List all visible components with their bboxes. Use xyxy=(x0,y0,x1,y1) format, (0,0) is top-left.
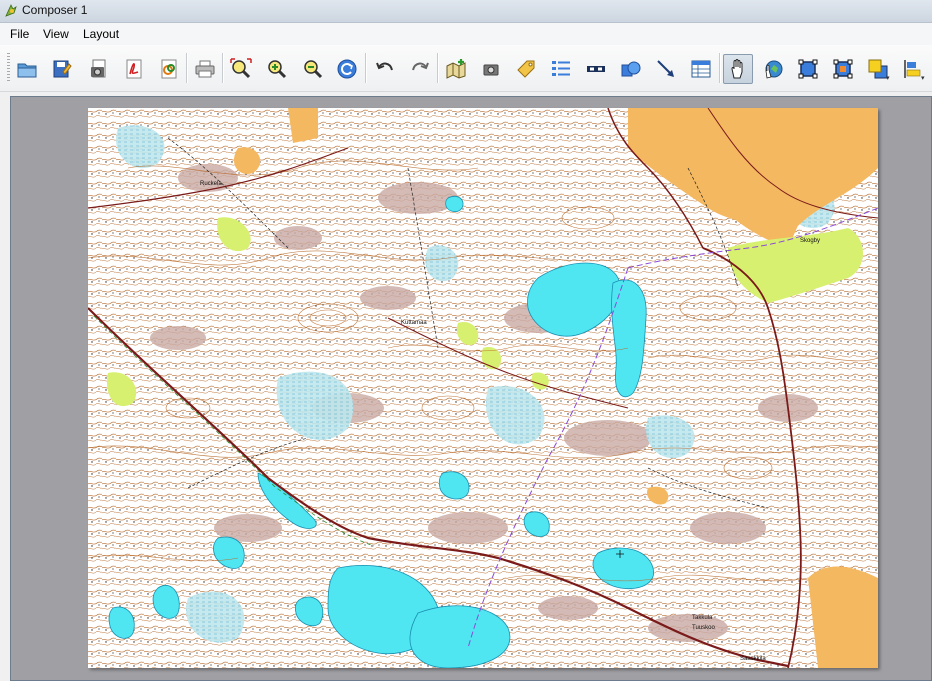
map-label: Takkula xyxy=(692,615,713,621)
zoom-full-icon xyxy=(230,58,252,79)
move-item-content-button[interactable] xyxy=(758,54,788,84)
export-svg-button[interactable] xyxy=(154,54,184,84)
menu-view[interactable]: View xyxy=(43,27,69,41)
export-pdf-button[interactable] xyxy=(119,54,149,84)
menu-layout[interactable]: Layout xyxy=(83,27,119,41)
add-map-button[interactable] xyxy=(441,54,471,84)
save-template-icon xyxy=(53,60,72,78)
ungroup-items-button[interactable] xyxy=(828,54,858,84)
zoom-full-button[interactable] xyxy=(226,54,256,84)
print-icon xyxy=(195,60,215,78)
toolbar-separator xyxy=(222,53,223,83)
add-arrow-button[interactable] xyxy=(651,54,681,84)
export-svg-icon xyxy=(161,59,177,79)
toolbar-grip[interactable] xyxy=(7,53,10,83)
toolbar-separator xyxy=(365,53,366,83)
zoom-in-icon xyxy=(268,60,287,79)
toolbar-separator xyxy=(719,53,720,83)
zoom-in-button[interactable] xyxy=(262,54,292,84)
refresh-button[interactable] xyxy=(332,54,362,84)
add-scalebar-icon xyxy=(587,66,605,72)
raise-items-button[interactable]: ▾ xyxy=(863,54,893,84)
group-items-button[interactable] xyxy=(793,54,823,84)
open-template-icon xyxy=(17,63,37,78)
menu-bar: File View Layout xyxy=(0,23,932,45)
map-label: Tuuskoo xyxy=(692,625,715,631)
chevron-down-icon[interactable]: ▾ xyxy=(921,74,925,82)
redo-button[interactable] xyxy=(405,54,435,84)
add-table-icon xyxy=(691,60,711,78)
map-label: Kuttamaa xyxy=(401,320,427,326)
map-label: Skogby xyxy=(800,238,820,244)
redo-icon xyxy=(412,62,429,71)
align-items-button[interactable]: ▾ xyxy=(898,54,928,84)
add-shape-button[interactable] xyxy=(616,54,646,84)
window-title: Composer 1 xyxy=(22,3,88,17)
add-image-button[interactable] xyxy=(476,54,506,84)
add-arrow-icon xyxy=(657,60,674,77)
menu-file[interactable]: File xyxy=(10,27,29,41)
add-map-icon xyxy=(446,59,466,79)
add-legend-button[interactable] xyxy=(546,54,576,84)
print-button[interactable] xyxy=(190,54,220,84)
add-image-icon xyxy=(483,64,499,76)
chevron-down-icon[interactable]: ▾ xyxy=(886,74,890,82)
zoom-out-button[interactable] xyxy=(298,54,328,84)
add-scalebar-button[interactable] xyxy=(581,54,611,84)
qgis-icon xyxy=(5,4,17,17)
save-template-button[interactable] xyxy=(47,54,77,84)
export-image-button[interactable] xyxy=(84,54,114,84)
composer-toolbar: ▾ ▾ xyxy=(0,45,932,92)
add-label-icon xyxy=(517,60,535,78)
open-template-button[interactable] xyxy=(12,54,42,84)
export-pdf-icon xyxy=(126,59,142,79)
toolbar-separator xyxy=(437,53,438,83)
add-table-button[interactable] xyxy=(686,54,716,84)
add-shape-icon xyxy=(621,61,641,77)
map-item[interactable]: Ruckela Kuttamaa Skogby Takkula Tuuskoo … xyxy=(88,108,878,668)
map-label: Ruckela xyxy=(200,181,222,187)
undo-button[interactable] xyxy=(370,54,400,84)
export-image-icon xyxy=(91,59,106,78)
zoom-out-icon xyxy=(304,60,323,79)
add-legend-icon xyxy=(552,61,570,76)
ungroup-items-icon xyxy=(833,59,853,79)
toolbar-separator xyxy=(186,53,187,83)
add-label-button[interactable] xyxy=(511,54,541,84)
select-move-item-icon xyxy=(731,59,743,79)
map-label: Saaskkila xyxy=(740,656,766,662)
refresh-icon xyxy=(337,59,357,79)
select-move-item-button[interactable] xyxy=(723,54,753,84)
undo-icon xyxy=(376,62,393,71)
move-item-content-icon xyxy=(765,60,783,79)
window-titlebar: Composer 1 xyxy=(0,0,932,23)
group-items-icon xyxy=(798,59,818,79)
